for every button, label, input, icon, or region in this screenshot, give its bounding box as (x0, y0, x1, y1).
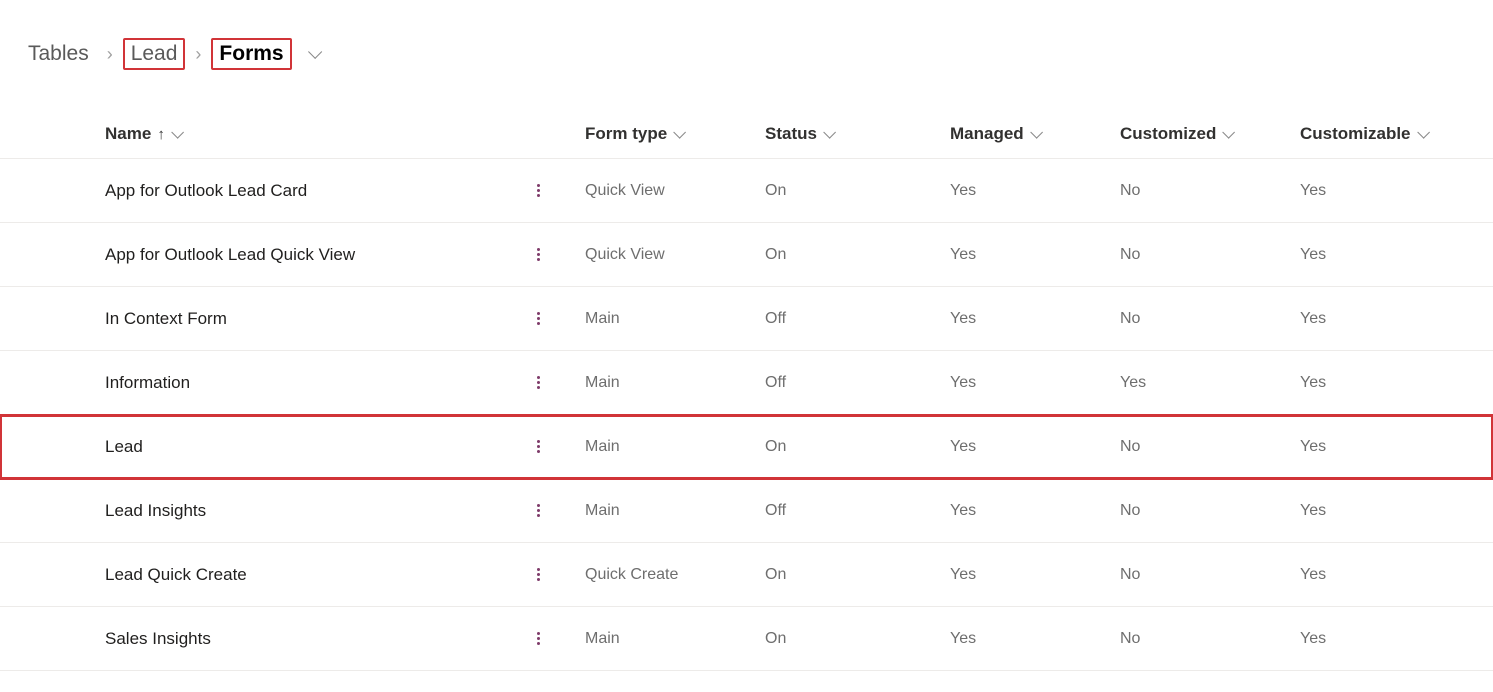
breadcrumb-forms[interactable]: Forms (211, 38, 291, 70)
managed-value: Yes (950, 374, 976, 392)
managed-value: Yes (950, 182, 976, 200)
chevron-down-icon (171, 126, 184, 139)
customizable-value: Yes (1300, 630, 1326, 648)
breadcrumb-lead[interactable]: Lead (123, 38, 186, 70)
table-row[interactable]: Lead Quick Create Quick Create On Yes No… (0, 543, 1493, 607)
more-actions-icon[interactable] (537, 568, 540, 581)
form-name[interactable]: Lead Insights (105, 501, 206, 521)
form-name[interactable]: In Context Form (105, 309, 227, 329)
form-type-value: Quick Create (585, 566, 678, 584)
form-type-value: Main (585, 502, 620, 520)
table-row[interactable]: Lead Main On Yes No Yes (0, 415, 1493, 479)
column-header-status[interactable]: Status (765, 124, 950, 144)
status-value: On (765, 246, 786, 264)
customizable-value: Yes (1300, 566, 1326, 584)
customized-value: No (1120, 246, 1140, 264)
breadcrumb: Tables › Lead › Forms (0, 0, 1493, 70)
status-value: Off (765, 310, 786, 328)
status-value: On (765, 182, 786, 200)
table-header-row: Name ↑ Form type Status Managed Customiz… (0, 110, 1493, 159)
form-type-value: Main (585, 630, 620, 648)
form-name[interactable]: Lead (105, 437, 143, 457)
form-type-value: Main (585, 438, 620, 456)
customizable-value: Yes (1300, 246, 1326, 264)
more-actions-icon[interactable] (537, 312, 540, 325)
sort-ascending-icon: ↑ (157, 126, 165, 143)
status-value: On (765, 438, 786, 456)
table-row[interactable]: In Context Form Main Off Yes No Yes (0, 287, 1493, 351)
customizable-value: Yes (1300, 182, 1326, 200)
form-type-value: Quick View (585, 182, 665, 200)
managed-value: Yes (950, 630, 976, 648)
column-header-customizable-label: Customizable (1300, 124, 1411, 144)
form-name[interactable]: Lead Quick Create (105, 565, 247, 585)
chevron-down-icon (1030, 126, 1043, 139)
status-value: On (765, 566, 786, 584)
column-header-customized[interactable]: Customized (1120, 124, 1300, 144)
chevron-down-icon (673, 126, 686, 139)
managed-value: Yes (950, 438, 976, 456)
column-header-name-label: Name (105, 124, 151, 144)
more-actions-icon[interactable] (537, 184, 540, 197)
form-type-value: Main (585, 374, 620, 392)
form-name[interactable]: Information (105, 373, 190, 393)
more-actions-icon[interactable] (537, 504, 540, 517)
column-header-name[interactable]: Name ↑ (105, 124, 585, 144)
chevron-down-icon[interactable] (308, 45, 322, 59)
managed-value: Yes (950, 310, 976, 328)
managed-value: Yes (950, 502, 976, 520)
more-actions-icon[interactable] (537, 440, 540, 453)
table-row[interactable]: Sales Insights Main On Yes No Yes (0, 607, 1493, 671)
customized-value: Yes (1120, 374, 1146, 392)
chevron-down-icon (823, 126, 836, 139)
column-header-managed[interactable]: Managed (950, 124, 1120, 144)
managed-value: Yes (950, 246, 976, 264)
form-name[interactable]: App for Outlook Lead Card (105, 181, 307, 201)
customized-value: No (1120, 502, 1140, 520)
managed-value: Yes (950, 566, 976, 584)
customized-value: No (1120, 566, 1140, 584)
chevron-down-icon (1223, 126, 1236, 139)
customized-value: No (1120, 310, 1140, 328)
form-name[interactable]: Sales Insights (105, 629, 211, 649)
chevron-down-icon (1417, 126, 1430, 139)
forms-table: Name ↑ Form type Status Managed Customiz… (0, 110, 1493, 671)
more-actions-icon[interactable] (537, 248, 540, 261)
status-value: Off (765, 502, 786, 520)
chevron-right-icon: › (107, 44, 113, 65)
customizable-value: Yes (1300, 502, 1326, 520)
status-value: On (765, 630, 786, 648)
form-type-value: Main (585, 310, 620, 328)
customized-value: No (1120, 438, 1140, 456)
column-header-form-type[interactable]: Form type (585, 124, 765, 144)
table-row[interactable]: Lead Insights Main Off Yes No Yes (0, 479, 1493, 543)
form-type-value: Quick View (585, 246, 665, 264)
breadcrumb-tables[interactable]: Tables (20, 38, 97, 70)
column-header-customized-label: Customized (1120, 124, 1216, 144)
customizable-value: Yes (1300, 374, 1326, 392)
column-header-form-type-label: Form type (585, 124, 667, 144)
more-actions-icon[interactable] (537, 632, 540, 645)
column-header-status-label: Status (765, 124, 817, 144)
table-row[interactable]: App for Outlook Lead Quick View Quick Vi… (0, 223, 1493, 287)
status-value: Off (765, 374, 786, 392)
column-header-managed-label: Managed (950, 124, 1024, 144)
form-name[interactable]: App for Outlook Lead Quick View (105, 245, 355, 265)
chevron-right-icon: › (195, 44, 201, 65)
customizable-value: Yes (1300, 310, 1326, 328)
table-row[interactable]: App for Outlook Lead Card Quick View On … (0, 159, 1493, 223)
more-actions-icon[interactable] (537, 376, 540, 389)
customized-value: No (1120, 182, 1140, 200)
customized-value: No (1120, 630, 1140, 648)
table-row[interactable]: Information Main Off Yes Yes Yes (0, 351, 1493, 415)
customizable-value: Yes (1300, 438, 1326, 456)
column-header-customizable[interactable]: Customizable (1300, 124, 1490, 144)
